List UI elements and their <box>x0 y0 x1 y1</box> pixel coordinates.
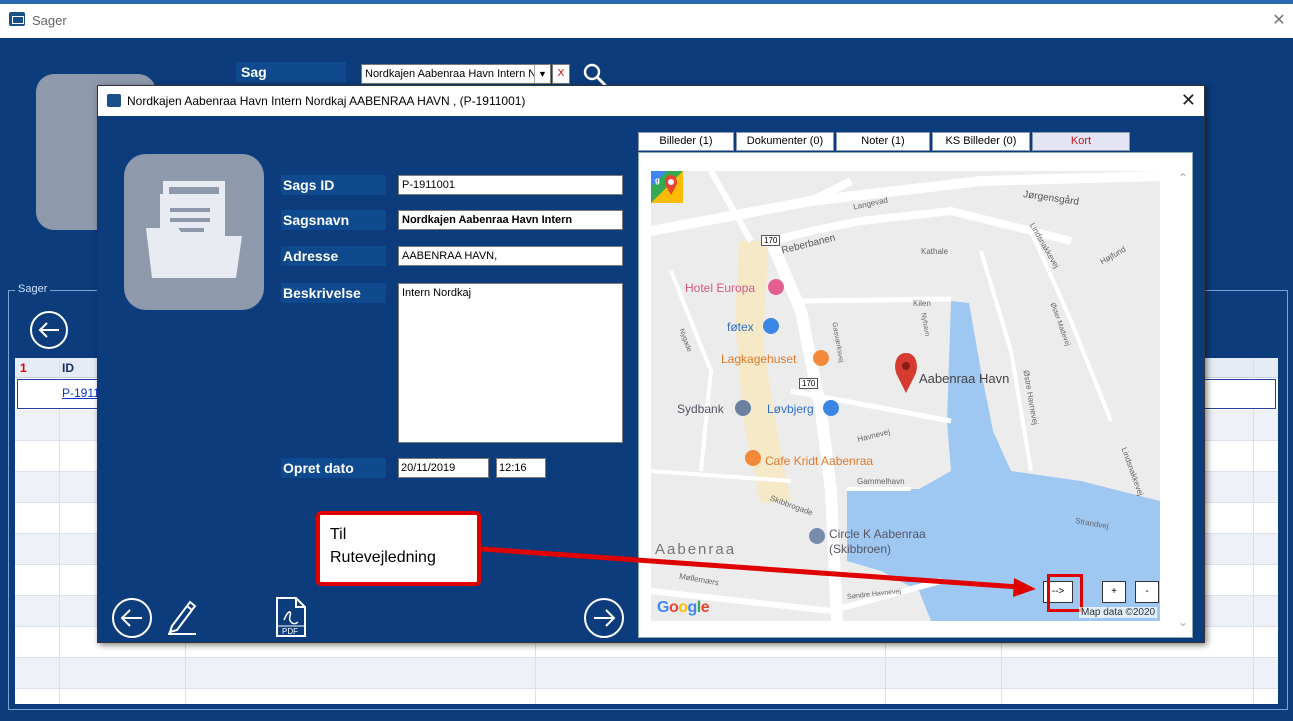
map-label-sydbank: Sydbank <box>677 402 724 416</box>
zoom-out-button[interactable]: - <box>1135 581 1159 603</box>
tab-kort[interactable]: Kort <box>1032 132 1130 151</box>
beskrivelse-label: Beskrivelse <box>281 283 386 303</box>
sagsnavn-field[interactable]: Nordkajen Aabenraa Havn Intern <box>398 210 623 230</box>
chevron-down-icon[interactable]: ▼ <box>534 65 550 83</box>
map-attribution: Map data ©2020 <box>1079 607 1158 618</box>
pdf-icon[interactable]: PDF <box>274 596 308 638</box>
map-label-kilen: Kilen <box>913 299 931 308</box>
opret-date-field[interactable]: 20/11/2019 <box>398 458 489 478</box>
grid-header-col1: 1 <box>20 361 27 375</box>
route-button-highlight <box>1047 574 1083 612</box>
sag-select-value: Nordkajen Aabenraa Havn Intern N <box>365 68 537 80</box>
opret-time-field[interactable]: 12:16 <box>496 458 546 478</box>
callout-line-1: Til <box>330 526 347 543</box>
svg-text:PDF: PDF <box>282 627 298 636</box>
zoom-in-button[interactable]: + <box>1102 581 1126 603</box>
sagsnavn-label: Sagsnavn <box>281 210 386 230</box>
main-close-icon[interactable]: ✕ <box>1269 10 1289 30</box>
map-view[interactable]: Jørgensgård Langevad Reberbanen Kathale … <box>651 171 1160 621</box>
map-label-gammelhavn: Gammelhavn <box>857 477 905 486</box>
scroll-up-icon[interactable]: ⌃ <box>1178 171 1188 185</box>
map-label-aabenraa-havn: Aabenraa Havn <box>919 371 1010 386</box>
dialog-close-icon[interactable]: ✕ <box>1181 90 1196 111</box>
adresse-field[interactable]: AABENRAA HAVN, <box>398 246 623 266</box>
svg-text:g: g <box>655 176 660 185</box>
grid-header-col2[interactable]: ID <box>62 361 74 375</box>
tab-billeder[interactable]: Billeder (1) <box>638 132 734 151</box>
main-titlebar: Sager ✕ <box>0 0 1293 38</box>
main-window-title: Sager <box>32 13 67 28</box>
folder-document-icon <box>124 154 264 310</box>
google-logo: Google <box>657 599 710 616</box>
sags-id-label: Sags ID <box>281 175 386 195</box>
grid-divider <box>1253 358 1254 704</box>
google-maps-icon[interactable]: g <box>651 171 683 207</box>
pencil-edit-icon[interactable] <box>166 596 198 636</box>
map-panel: ⌃ ⌄ Jørgensgård Langevad Reberbanen Kath… <box>638 152 1193 638</box>
dialog-titlebar: Nordkajen Aabenraa Havn Intern Nordkaj A… <box>98 86 1204 116</box>
map-route-170-a: 170 <box>761 235 781 246</box>
back-arrow-icon[interactable] <box>110 596 154 640</box>
sags-id-field[interactable]: P-1911001 <box>398 175 623 195</box>
tab-noter[interactable]: Noter (1) <box>836 132 930 151</box>
grid-divider <box>59 358 60 704</box>
sager-group-label: Sager <box>15 283 51 295</box>
forward-arrow-icon[interactable] <box>582 596 626 640</box>
map-label-lagkagehuset: Lagkagehuset <box>721 352 797 366</box>
callout-line-2: Rutevejledning <box>330 549 436 566</box>
app-icon <box>9 12 25 26</box>
tab-ks-billeder[interactable]: KS Billeder (0) <box>932 132 1030 151</box>
adresse-label: Adresse <box>281 246 386 266</box>
map-label-kathale: Kathale <box>921 247 949 256</box>
map-label-lovbjerg: Løvbjerg <box>767 402 814 416</box>
map-label-cafe-kridt: Cafe Kridt Aabenraa <box>765 454 874 468</box>
annotation-callout: Til Rutevejledning <box>316 511 481 586</box>
case-detail-dialog: Nordkajen Aabenraa Havn Intern Nordkaj A… <box>97 85 1205 643</box>
dialog-app-icon <box>107 94 121 107</box>
dialog-title: Nordkajen Aabenraa Havn Intern Nordkaj A… <box>127 94 526 108</box>
opret-dato-label: Opret dato <box>281 458 386 478</box>
sag-label: Sag <box>236 62 346 82</box>
map-label-hotel-europa: Hotel Europa <box>685 281 756 295</box>
tab-dokumenter[interactable]: Dokumenter (0) <box>736 132 834 151</box>
map-route-170-b: 170 <box>799 378 819 389</box>
map-label-aabenraa: Aabenraa <box>655 541 737 558</box>
scroll-down-icon[interactable]: ⌄ <box>1178 615 1188 629</box>
back-arrow-icon[interactable] <box>28 309 70 351</box>
sag-clear-button[interactable]: X <box>552 64 570 84</box>
map-label-circle-k-2: (Skibbroen) <box>829 542 892 556</box>
beskrivelse-field[interactable]: Intern Nordkaj <box>398 283 623 443</box>
table-row[interactable] <box>15 658 1278 689</box>
map-label-circle-k-1: Circle K Aabenraa <box>829 527 926 541</box>
map-label-fotex: føtex <box>727 320 754 334</box>
sag-select[interactable]: Nordkajen Aabenraa Havn Intern N ▼ <box>361 64 551 84</box>
